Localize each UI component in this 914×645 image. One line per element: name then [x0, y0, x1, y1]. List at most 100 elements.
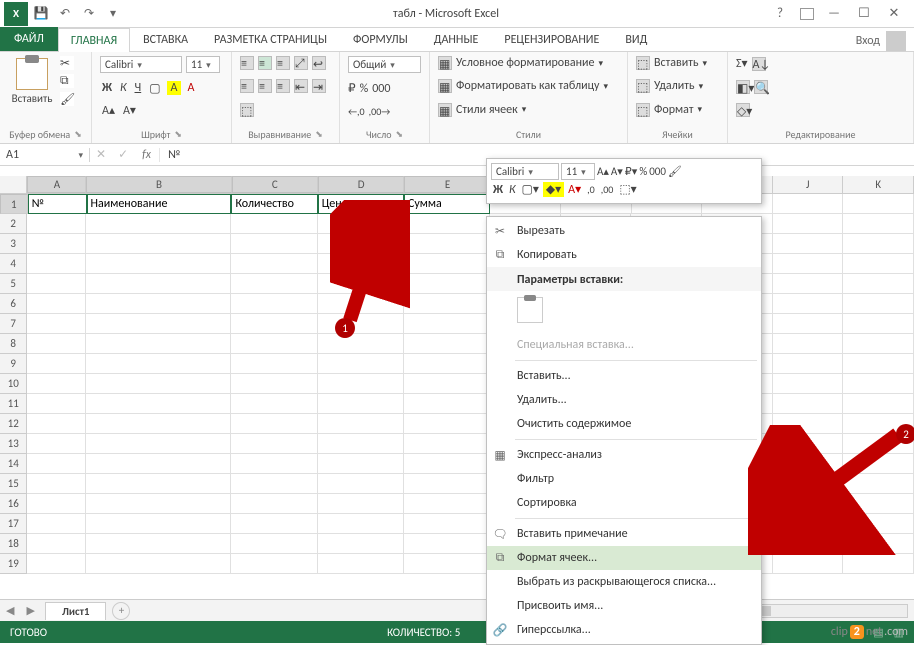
cell[interactable]	[773, 554, 844, 574]
cell[interactable]	[231, 254, 317, 274]
cell[interactable]	[773, 194, 844, 214]
sort-filter-icon[interactable]: A↓	[752, 57, 766, 71]
row-header[interactable]: 10	[0, 374, 27, 394]
cell[interactable]	[231, 414, 317, 434]
autosum-icon[interactable]: Σ▾	[736, 56, 748, 71]
undo-icon[interactable]: ↶	[56, 5, 74, 23]
cell[interactable]	[843, 394, 914, 414]
cell[interactable]	[773, 354, 844, 374]
cell[interactable]	[404, 394, 490, 414]
cell[interactable]	[404, 434, 490, 454]
cell[interactable]	[318, 454, 404, 474]
cell[interactable]	[27, 554, 86, 574]
format-as-table-button[interactable]: Форматировать как таблицу	[456, 79, 599, 93]
number-format-select[interactable]: Общий	[348, 56, 421, 73]
increase-decimal-icon[interactable]: ←,0	[348, 105, 365, 118]
cell[interactable]	[86, 494, 231, 514]
cell[interactable]	[27, 494, 86, 514]
col-header-a[interactable]: A	[27, 176, 86, 193]
ctx-quick-analysis[interactable]: ▦Экспресс-анализ	[487, 443, 761, 467]
italic-button[interactable]: К	[118, 81, 129, 95]
mini-inc-decimal[interactable]: ,0	[585, 183, 597, 196]
cell[interactable]	[843, 314, 914, 334]
user-icon[interactable]	[886, 31, 906, 51]
clipboard-launcher-icon[interactable]: ⬊	[74, 129, 82, 140]
cell[interactable]	[231, 214, 317, 234]
align-right-icon[interactable]: ≡	[276, 79, 290, 93]
mini-format-painter-icon[interactable]: 🖌	[668, 165, 682, 178]
cell[interactable]	[86, 374, 231, 394]
align-launcher-icon[interactable]: ⬊	[315, 129, 323, 140]
cell[interactable]	[843, 254, 914, 274]
cell[interactable]	[86, 214, 231, 234]
align-top-icon[interactable]: ≡	[240, 56, 254, 70]
tab-insert[interactable]: ВСТАВКА	[130, 27, 201, 51]
row-header[interactable]: 7	[0, 314, 27, 334]
conditional-formatting-button[interactable]: Условное форматирование	[456, 56, 594, 70]
cell[interactable]	[843, 294, 914, 314]
redo-icon[interactable]: ↷	[80, 5, 98, 23]
cell[interactable]	[773, 334, 844, 354]
cell[interactable]: Количество	[231, 194, 317, 214]
cell[interactable]	[231, 434, 317, 454]
cell[interactable]	[231, 294, 317, 314]
cell[interactable]	[231, 354, 317, 374]
font-size-select[interactable]: 11	[186, 56, 220, 73]
mini-merge[interactable]: ⬚▾	[617, 182, 638, 197]
cell[interactable]	[27, 394, 86, 414]
ctx-insert[interactable]: Вставить...	[487, 364, 761, 388]
format-cells-button[interactable]: Формат	[654, 103, 693, 117]
cell[interactable]	[318, 474, 404, 494]
cell[interactable]	[27, 294, 86, 314]
ctx-format-cells[interactable]: ⧉Формат ячеек...	[487, 546, 761, 570]
row-header[interactable]: 9	[0, 354, 27, 374]
cell[interactable]	[843, 354, 914, 374]
cell[interactable]	[231, 334, 317, 354]
cell[interactable]	[86, 414, 231, 434]
cell[interactable]	[27, 414, 86, 434]
cell[interactable]	[773, 374, 844, 394]
cell[interactable]	[231, 554, 317, 574]
row-header[interactable]: 11	[0, 394, 27, 414]
row-header[interactable]: 13	[0, 434, 27, 454]
cell[interactable]	[231, 274, 317, 294]
col-header-k[interactable]: K	[843, 176, 914, 193]
insert-cells-icon[interactable]: ⬚	[636, 56, 650, 70]
cell[interactable]	[318, 334, 404, 354]
wrap-text-icon[interactable]: ↩	[312, 56, 326, 70]
cell[interactable]	[773, 214, 844, 234]
tab-home[interactable]: ГЛАВНАЯ	[58, 28, 130, 52]
cell[interactable]	[404, 514, 490, 534]
col-header-e[interactable]: E	[404, 176, 490, 193]
cell[interactable]	[27, 514, 86, 534]
cell[interactable]	[404, 354, 490, 374]
ctx-define-name[interactable]: Присвоить имя...	[487, 594, 761, 618]
font-color-button[interactable]: A	[185, 81, 196, 95]
cell[interactable]	[404, 214, 490, 234]
cell[interactable]	[318, 534, 404, 554]
align-left-icon[interactable]: ≡	[240, 79, 254, 93]
cell[interactable]	[86, 454, 231, 474]
cell[interactable]	[231, 314, 317, 334]
conditional-formatting-icon[interactable]: ▦	[438, 56, 452, 70]
align-center-icon[interactable]: ≡	[258, 79, 272, 93]
cell[interactable]	[773, 294, 844, 314]
cell[interactable]	[86, 354, 231, 374]
cell[interactable]	[773, 234, 844, 254]
ctx-pick-from-list[interactable]: Выбрать из раскрывающегося списка...	[487, 570, 761, 594]
sheet-nav-prev-icon[interactable]: ◀	[0, 604, 20, 617]
decrease-decimal-icon[interactable]: ,00→	[369, 105, 391, 118]
tab-data[interactable]: ДАННЫЕ	[421, 27, 492, 51]
cell[interactable]	[404, 254, 490, 274]
ctx-sort[interactable]: Сортировка	[487, 491, 761, 515]
font-launcher-icon[interactable]: ⬊	[174, 129, 182, 140]
cell[interactable]	[773, 254, 844, 274]
col-header-j[interactable]: J	[773, 176, 844, 193]
qat-dropdown-icon[interactable]: ▾	[104, 5, 122, 23]
underline-button[interactable]: Ч	[133, 81, 144, 95]
cell[interactable]	[27, 254, 86, 274]
row-header[interactable]: 12	[0, 414, 27, 434]
orientation-icon[interactable]: ⤢	[294, 56, 308, 70]
ctx-cut[interactable]: ✂Вырезать	[487, 219, 761, 243]
copy-icon[interactable]: ⧉	[60, 74, 74, 88]
